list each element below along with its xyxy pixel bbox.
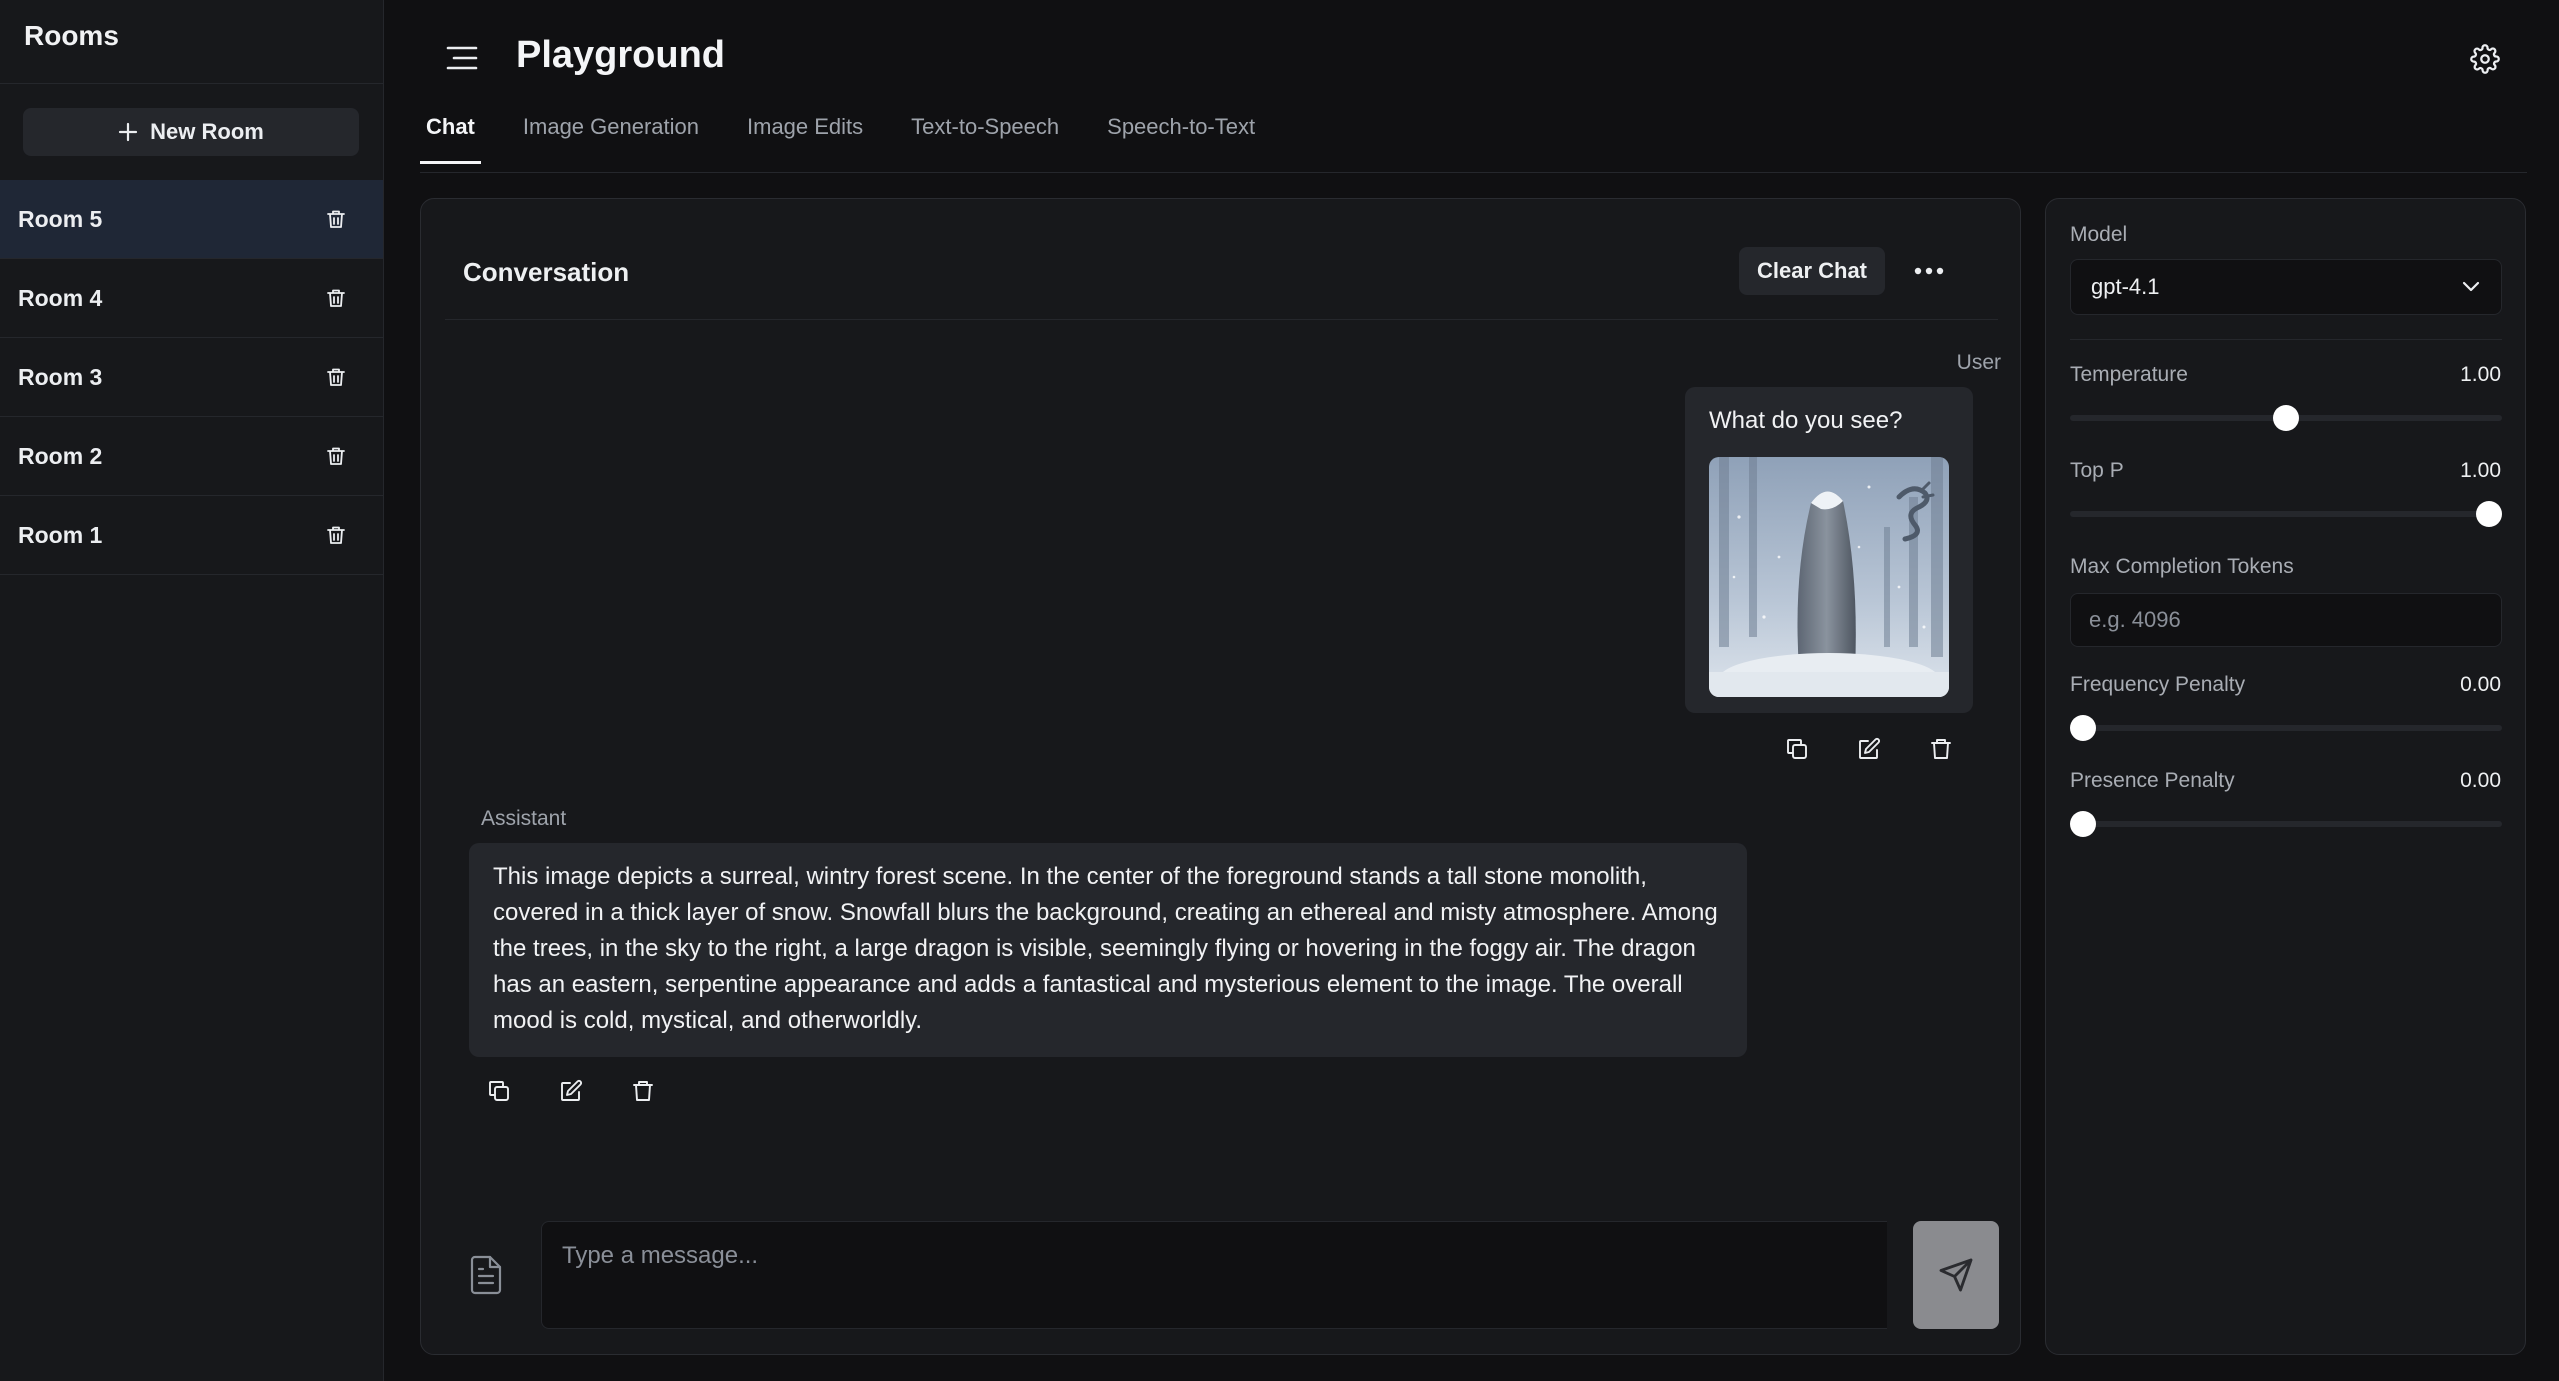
menu-icon[interactable] [446,44,478,72]
trash-icon[interactable] [325,366,347,388]
plus-icon [118,122,138,142]
room-label: Room 2 [18,442,103,469]
gear-icon[interactable] [2470,44,2500,74]
assistant-message-bubble: This image depicts a surreal, wintry for… [469,843,1747,1057]
room-label: Room 5 [18,205,103,232]
max-tokens-label: Max Completion Tokens [2070,555,2294,578]
rooms-sidebar: Rooms New Room Room 5 Room 4 Room 3 Room [0,0,384,1381]
chevron-down-icon [2461,281,2481,293]
trash-icon[interactable] [325,445,347,467]
trash-icon[interactable] [325,208,347,230]
tab-image-edits[interactable]: Image Edits [741,110,869,164]
frequency-penalty-value: 0.00 [2460,673,2501,696]
tabs-divider [420,172,2527,173]
page-title: Playground [516,34,726,76]
tab-bar: Chat Image Generation Image Edits Text-t… [420,110,1297,164]
presence-penalty-value: 0.00 [2460,769,2501,792]
trash-icon[interactable] [631,1079,655,1103]
slider-thumb[interactable] [2273,405,2299,431]
presence-penalty-slider[interactable] [2070,811,2502,837]
slider-track [2070,821,2502,827]
room-item-3[interactable]: Room 3 [0,338,383,417]
edit-icon[interactable] [559,1079,583,1103]
model-select[interactable]: gpt-4.1 [2070,259,2502,315]
conversation-title: Conversation [463,257,630,287]
top-p-slider[interactable] [2070,501,2502,527]
new-room-button[interactable]: New Room [23,108,359,156]
room-item-2[interactable]: Room 2 [0,417,383,496]
top-p-value: 1.00 [2460,459,2501,482]
slider-thumb[interactable] [2070,715,2096,741]
assistant-message-actions [487,1079,655,1103]
slider-track [2070,511,2502,517]
more-horizontal-icon[interactable] [1907,249,1951,293]
user-message-text: What do you see? [1709,407,1903,434]
frequency-penalty-slider[interactable] [2070,715,2502,741]
room-label: Room 4 [18,284,103,311]
tab-text-to-speech[interactable]: Text-to-Speech [905,110,1065,164]
settings-panel: Model gpt-4.1 Temperature 1.00 Top P 1.0… [2045,198,2526,1355]
model-value: gpt-4.1 [2091,274,2160,299]
room-item-1[interactable]: Room 1 [0,496,383,575]
room-label: Room 3 [18,363,103,390]
room-list: Room 5 Room 4 Room 3 Room 2 Room 1 [0,180,383,575]
edit-icon[interactable] [1857,737,1881,761]
conversation-divider [445,319,1998,320]
copy-icon[interactable] [1785,737,1809,761]
message-role-label: Assistant [481,807,567,830]
copy-icon[interactable] [487,1079,511,1103]
send-button[interactable] [1913,1221,1999,1329]
send-icon [1939,1258,1973,1292]
max-tokens-input[interactable] [2070,593,2502,647]
room-item-4[interactable]: Room 4 [0,259,383,338]
model-divider [2070,339,2502,340]
room-item-5[interactable]: Room 5 [0,180,383,259]
message-role-label: User [1956,351,2001,374]
conversation-panel: Conversation Clear Chat User What do you… [420,198,2021,1355]
user-message-actions [1785,737,1953,761]
trash-icon[interactable] [325,287,347,309]
slider-track [2070,725,2502,731]
presence-penalty-label: Presence Penalty [2070,769,2235,792]
temperature-slider[interactable] [2070,405,2502,431]
attached-image[interactable] [1709,457,1949,697]
slider-thumb[interactable] [2476,501,2502,527]
tab-image-generation[interactable]: Image Generation [517,110,705,164]
tab-chat[interactable]: Chat [420,110,481,164]
sidebar-title: Rooms [0,0,383,84]
room-label: Room 1 [18,521,103,548]
document-icon[interactable] [469,1255,503,1295]
clear-chat-button[interactable]: Clear Chat [1739,247,1885,295]
trash-icon[interactable] [325,524,347,546]
trash-icon[interactable] [1929,737,1953,761]
user-message-bubble: What do you see? [1685,387,1973,713]
frequency-penalty-label: Frequency Penalty [2070,673,2246,696]
message-input[interactable] [541,1221,1887,1329]
model-label: Model [2070,223,2128,246]
slider-thumb[interactable] [2070,811,2096,837]
tab-speech-to-text[interactable]: Speech-to-Text [1101,110,1261,164]
temperature-value: 1.00 [2460,363,2501,386]
temperature-label: Temperature [2070,363,2188,386]
new-room-label: New Room [150,119,264,144]
top-p-label: Top P [2070,459,2124,482]
